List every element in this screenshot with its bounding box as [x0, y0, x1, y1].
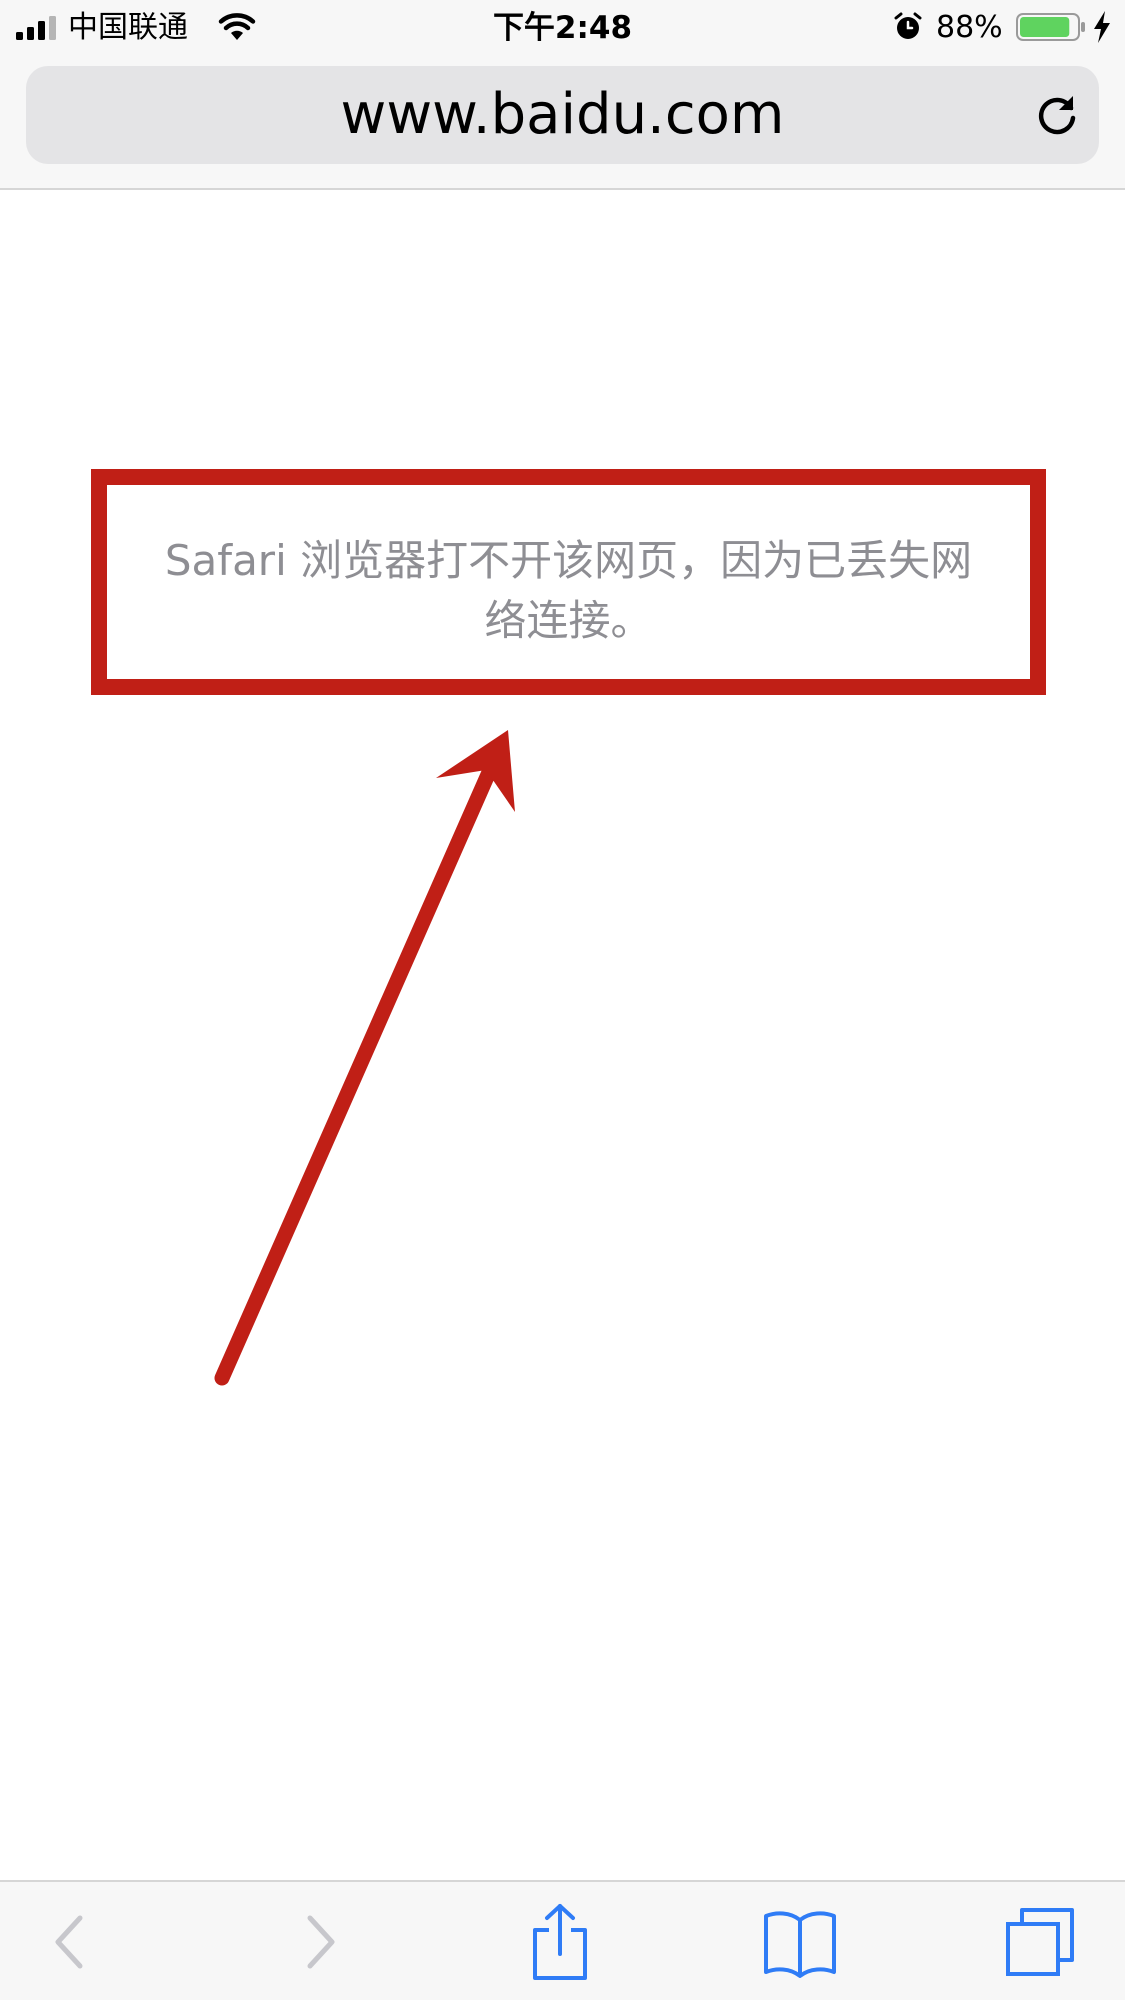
- tabs-icon: [1006, 1908, 1074, 1976]
- address-url: www.baidu.com: [340, 82, 785, 147]
- web-content-area: Safari 浏览器打不开该网页，因为已丢失网络连接。: [0, 190, 1125, 1880]
- cellular-signal-icon: [16, 16, 56, 40]
- back-icon: [55, 1915, 83, 1969]
- carrier-name: 中国联通: [68, 10, 188, 45]
- browser-top-chrome: 中国联通 下午2:48 88% www.baidu.com: [0, 0, 1125, 190]
- bookmarks-icon: [764, 1911, 836, 1978]
- back-button[interactable]: [30, 1902, 110, 1982]
- share-button[interactable]: [520, 1902, 600, 1982]
- address-bar[interactable]: www.baidu.com: [26, 66, 1099, 164]
- tabs-button[interactable]: [1000, 1902, 1080, 1982]
- battery-icon: [1016, 13, 1085, 41]
- forward-icon: [307, 1915, 335, 1969]
- battery-fill: [1020, 17, 1070, 37]
- wifi-icon: [218, 13, 256, 40]
- annotation-highlight-box: Safari 浏览器打不开该网页，因为已丢失网络连接。: [91, 469, 1046, 695]
- charging-bolt-icon: [1094, 11, 1110, 43]
- annotation-arrow: [214, 730, 515, 1386]
- error-message: Safari 浏览器打不开该网页，因为已丢失网络连接。: [164, 536, 973, 645]
- forward-button[interactable]: [280, 1902, 360, 1982]
- status-time: 下午2:48: [492, 10, 633, 46]
- share-icon: [533, 1904, 587, 1980]
- alarm-icon: [894, 12, 922, 39]
- bottom-toolbar: [0, 1880, 1125, 2000]
- status-bar: 中国联通 下午2:48 88%: [0, 0, 1125, 56]
- battery-percent: 88%: [936, 10, 1003, 45]
- reload-icon[interactable]: [1029, 88, 1085, 144]
- bookmarks-button[interactable]: [760, 1902, 840, 1982]
- safari-screen: 中国联通 下午2:48 88% www.baidu.com Safari 浏览器…: [0, 0, 1125, 2000]
